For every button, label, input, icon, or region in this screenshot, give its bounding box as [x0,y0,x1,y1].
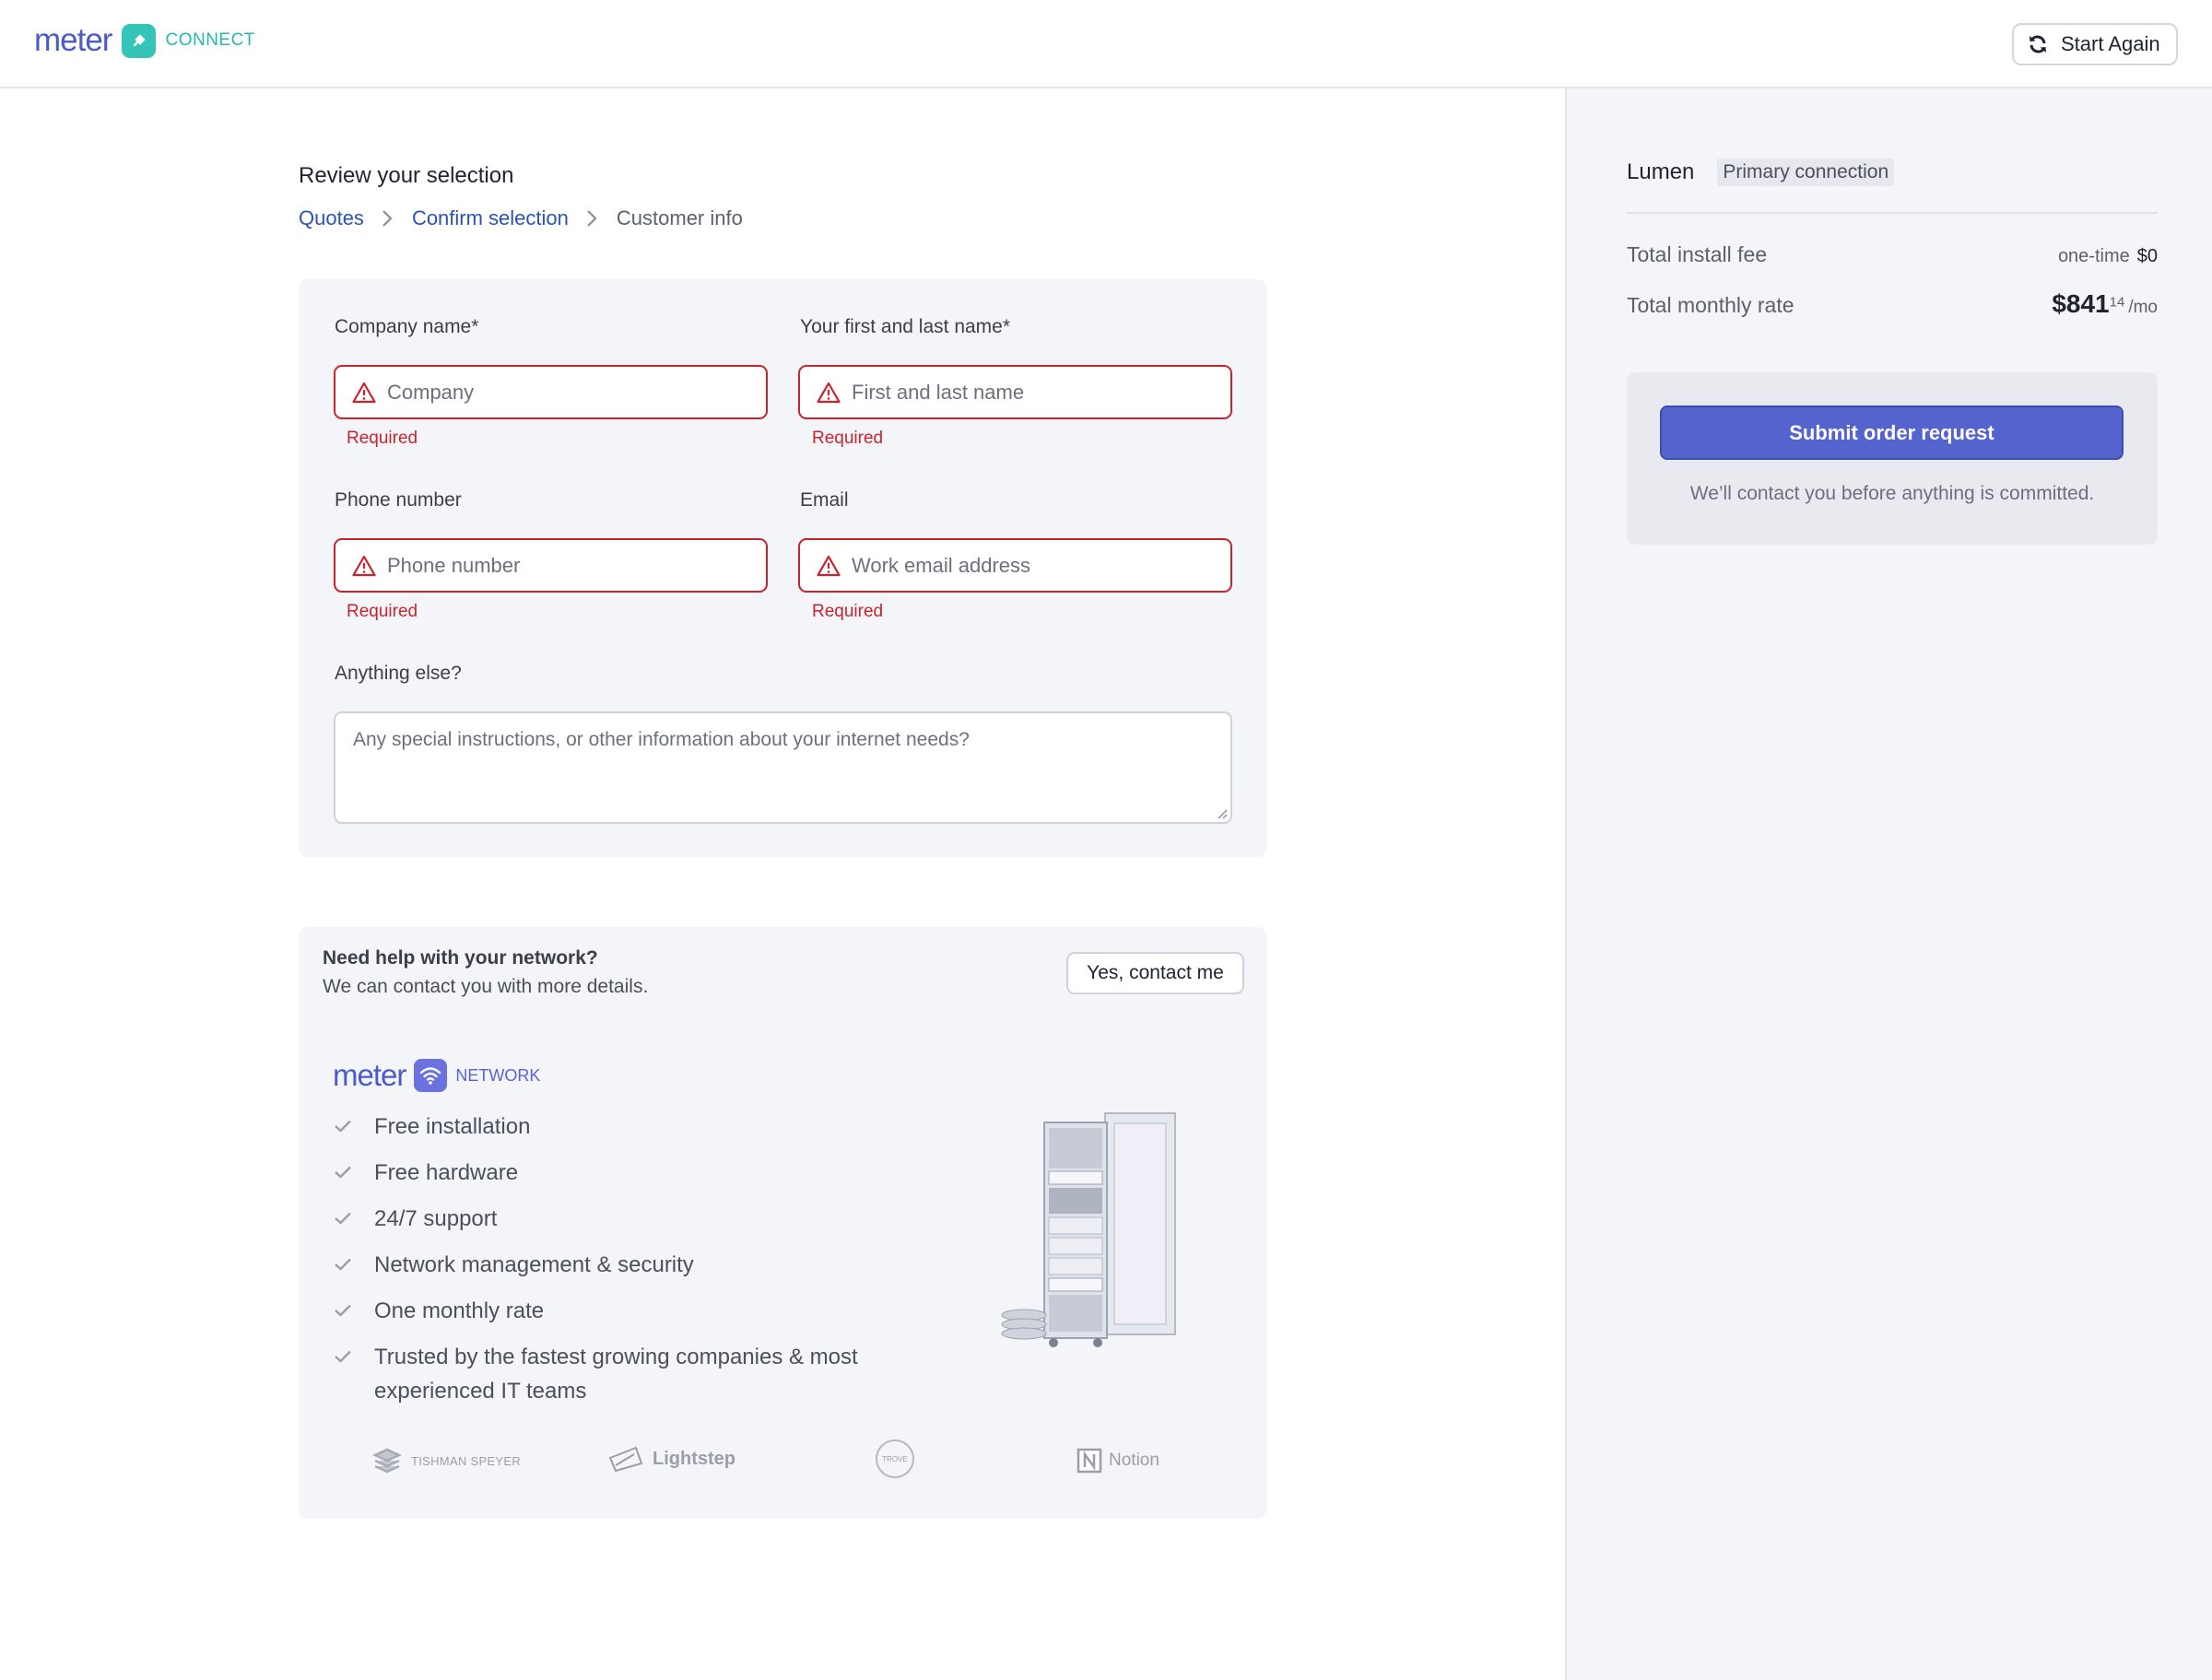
meter-network-logo: meter NETWORK [333,1058,540,1093]
check-icon [335,1212,351,1225]
list-item: Trusted by the fastest growing companies… [334,1340,909,1408]
company-input[interactable]: Company [334,365,768,419]
breadcrumb: Quotes Confirm selection Customer info [299,206,743,230]
monthly-rate-row: Total monthly rate $84114/mo [1627,289,2158,319]
contact-me-button[interactable]: Yes, contact me [1066,952,1244,994]
list-item: Free hardware [334,1156,909,1190]
name-input[interactable]: First and last name [798,365,1232,419]
list-item: 24/7 support [334,1202,909,1236]
monthly-rate-label: Total monthly rate [1627,293,1794,317]
check-icon [335,1120,351,1133]
install-fee-value: $0 [2136,246,2158,266]
resize-handle-icon[interactable] [1217,808,1228,819]
check-icon [335,1166,351,1179]
check-icon [335,1304,351,1317]
start-again-label: Start Again [2061,32,2160,55]
check-icon [335,1350,351,1363]
trove-label: TROVE [882,1454,908,1463]
notes-textarea[interactable]: Any special instructions, or other infor… [334,711,1232,824]
warning-icon [352,555,376,576]
provider-name: Lumen [1627,159,1695,184]
phone-label: Phone number [335,489,462,511]
notes-label: Anything else? [335,663,462,684]
list-item: Free installation [334,1110,909,1144]
email-label: Email [800,489,849,511]
install-fee-amount: one-time $0 [2058,246,2158,267]
company-error: Required [347,429,418,448]
phone-error: Required [347,602,418,621]
lightstep-label: Lightstep [653,1448,735,1469]
list-item: One monthly rate [334,1294,909,1328]
email-input[interactable]: Work email address [798,538,1232,593]
monthly-rate-dollars: $841 [2052,289,2110,318]
submit-note: We’ll contact you before anything is com… [1689,483,2095,504]
plug-icon [122,23,157,58]
help-subtitle: We can contact you with more details. [323,976,649,997]
phone-input[interactable]: Phone number [334,538,768,593]
submit-order-button[interactable]: Submit order request [1660,405,2124,460]
meter-connect-logo[interactable]: meter CONNECT [34,22,255,59]
notion-icon [1077,1448,1102,1474]
feature-label: Network management & security [374,1252,694,1277]
tishman-speyer-label: TISHMAN SPEYER [411,1453,522,1468]
page-title: Review your selection [299,163,514,188]
customer-logos: TISHMAN SPEYER Lightstep TROVE Notion [299,1439,1266,1480]
network-logo-label: NETWORK [455,1065,541,1085]
customer-logo-notion: Notion [1076,1447,1159,1474]
wifi-icon [414,1059,448,1092]
logo-connect-label: CONNECT [165,30,255,50]
email-placeholder: Work email address [852,553,1030,577]
company-placeholder: Company [387,380,475,404]
network-logo-wordmark: meter [333,1058,406,1092]
logo-wordmark: meter [34,22,112,58]
feature-label: One monthly rate [374,1298,545,1323]
customer-logo-lightstep: Lightstep [606,1445,735,1473]
monthly-rate-amount: $84114/mo [2052,289,2158,319]
top-header: meter CONNECT Start Again [0,0,2212,88]
monthly-rate-cents: 14 [2109,294,2125,311]
feature-list: Free installation Free hardware 24/7 sup… [334,1110,909,1420]
customer-info-form: Company name* Company Required Your firs… [299,279,1266,857]
breadcrumb-quotes[interactable]: Quotes [299,206,364,230]
breadcrumb-confirm-selection[interactable]: Confirm selection [412,206,569,230]
provider-row: Lumen Primary connection [1627,159,2158,214]
install-fee-qualifier: one-time [2057,246,2130,266]
feature-label: Free hardware [374,1160,519,1185]
order-summary-panel: Lumen Primary connection Total install f… [1565,88,2212,1680]
list-item: Network management & security [334,1248,909,1282]
tishman-speyer-icon [372,1448,402,1474]
monthly-rate-unit: /mo [2128,298,2158,317]
network-help-card: Need help with your network? We can cont… [299,927,1266,1519]
notion-label: Notion [1109,1451,1159,1470]
email-error: Required [812,602,884,621]
network-rack-illustration [1001,1112,1176,1347]
check-icon [335,1258,351,1271]
warning-icon [817,555,841,576]
name-error: Required [812,429,884,448]
connection-type-badge: Primary connection [1717,159,1895,186]
name-placeholder: First and last name [852,380,1025,404]
feature-label: Free installation [374,1114,531,1139]
chevron-right-icon [587,210,597,227]
name-label: Your first and last name* [800,316,1011,337]
feature-label: Trusted by the fastest growing companies… [374,1345,858,1404]
phone-placeholder: Phone number [387,553,521,577]
lightstep-icon [608,1446,643,1473]
feature-label: 24/7 support [374,1206,498,1231]
help-title: Need help with your network? [323,947,598,969]
start-again-button[interactable]: Start Again [2012,23,2178,65]
breadcrumb-customer-info: Customer info [616,206,743,229]
customer-logo-trove: TROVE [876,1439,914,1478]
customer-logo-tishman-speyer: TISHMAN SPEYER [372,1447,521,1474]
notes-placeholder: Any special instructions, or other infor… [353,729,970,750]
install-fee-label: Total install fee [1627,242,1768,266]
company-label: Company name* [335,316,479,337]
warning-icon [352,382,376,403]
install-fee-row: Total install fee one-time $0 [1627,242,2158,267]
warning-icon [817,382,841,403]
submit-card: Submit order request We’ll contact you b… [1627,372,2158,545]
refresh-icon [2030,35,2046,53]
chevron-right-icon [382,210,393,227]
